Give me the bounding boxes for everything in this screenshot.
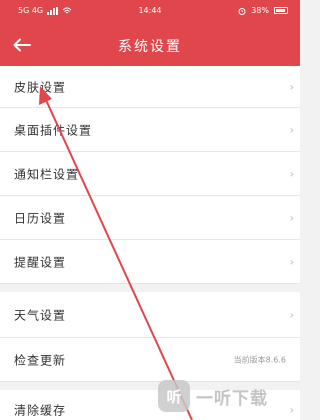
alarm-icon <box>238 7 246 15</box>
chevron-right-icon: › <box>289 123 294 136</box>
settings-item-notification[interactable]: 通知栏设置 › <box>0 152 300 196</box>
settings-item-label: 天气设置 <box>14 308 67 322</box>
title-bar: 系统设置 <box>0 24 300 66</box>
version-value: 当前版本8.6.6 <box>233 355 286 364</box>
settings-item-label: 提醒设置 <box>14 255 67 269</box>
settings-item-skin[interactable]: 皮肤设置 › <box>0 66 300 108</box>
chevron-right-icon: › <box>289 80 294 93</box>
settings-item-label: 桌面插件设置 <box>14 123 93 137</box>
status-bar: 5G 4G 14:44 38% <box>0 0 300 24</box>
watermark-logo-icon: 听 <box>158 380 190 412</box>
settings-item-calendar[interactable]: 日历设置 › <box>0 196 300 240</box>
chevron-right-icon: › <box>289 211 294 224</box>
settings-item-weather[interactable]: 天气设置 › <box>0 292 300 338</box>
settings-item-label: 日历设置 <box>14 211 67 225</box>
settings-item-label: 清除缓存 <box>14 403 67 417</box>
settings-item-label: 通知栏设置 <box>14 167 80 181</box>
settings-item-widget[interactable]: 桌面插件设置 › <box>0 108 300 152</box>
chevron-right-icon: › <box>289 308 294 321</box>
settings-item-label: 皮肤设置 <box>14 80 67 94</box>
battery-icon <box>274 7 288 14</box>
page-title: 系统设置 <box>118 39 182 55</box>
battery-percent: 38% <box>251 6 269 15</box>
status-right: 38% <box>238 6 288 15</box>
chevron-right-icon: › <box>289 167 294 180</box>
settings-item-reminder[interactable]: 提醒设置 › <box>0 240 300 284</box>
watermark: 听 一听下载 <box>158 376 294 416</box>
watermark-text: 一听下载 <box>196 388 268 409</box>
settings-item-label: 检查更新 <box>14 353 67 367</box>
chevron-right-icon: › <box>289 255 294 268</box>
